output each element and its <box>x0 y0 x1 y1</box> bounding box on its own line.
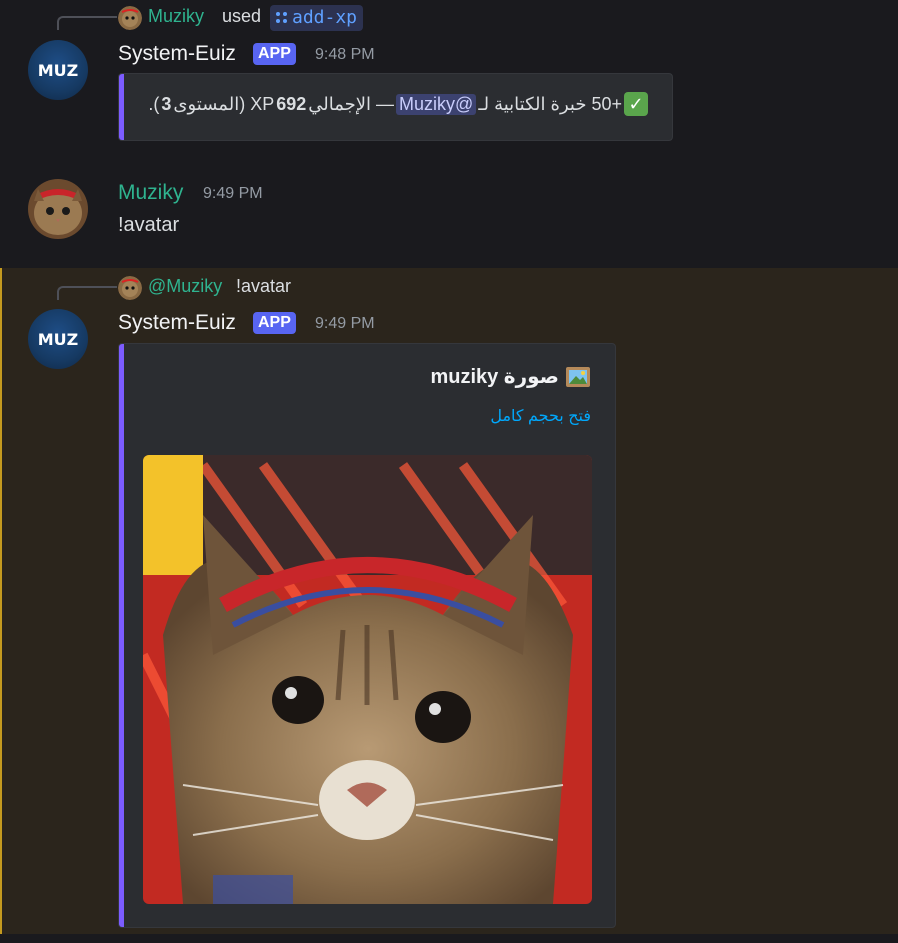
bot-avatar[interactable]: MUZ <box>28 40 88 100</box>
author-name[interactable]: System-Euiz <box>118 42 236 66</box>
picture-frame-icon <box>565 366 591 388</box>
xp-end: ). <box>148 93 160 114</box>
open-full-size-link[interactable]: فتح بحجم كامل <box>490 406 591 426</box>
bot-avatar-logo: MUZ <box>37 329 79 349</box>
reply-username[interactable]: @Muziky <box>148 276 222 297</box>
reply-connector <box>57 286 117 300</box>
embed-title-row: صورة muziky <box>430 364 591 389</box>
xp-embed-text: ✓ +50 خبرة الكتابية لـ @Muziky — الإجمال… <box>148 92 648 116</box>
xp-embed: ✓ +50 خبرة الكتابية لـ @Muziky — الإجمال… <box>118 73 673 141</box>
check-icon: ✓ <box>624 92 648 116</box>
user-avatar[interactable] <box>28 179 88 239</box>
embed-accent-bar <box>119 74 124 140</box>
reply-connector <box>57 16 117 30</box>
reply-preview[interactable]: !avatar <box>236 276 291 297</box>
reply-avatar[interactable] <box>118 276 142 300</box>
reply-username[interactable]: Muziky <box>148 6 204 27</box>
message-content: !avatar <box>118 214 180 236</box>
embed-accent-bar <box>119 344 124 927</box>
author-name[interactable]: System-Euiz <box>118 311 236 335</box>
app-badge: APP <box>253 312 296 334</box>
timestamp[interactable]: 9:48 PM <box>315 46 375 64</box>
command-name: add-xp <box>292 7 358 28</box>
user-mention[interactable]: @Muziky <box>396 93 477 115</box>
reply-verb: used <box>222 6 262 26</box>
author-name[interactable]: Muziky <box>118 181 183 205</box>
command-icon <box>276 12 288 24</box>
bot-avatar-logo: MUZ <box>37 60 79 80</box>
xp-unit: XP (المستوى <box>173 93 275 114</box>
command-pill[interactable]: add-xp <box>270 5 364 31</box>
xp-total: 692 <box>276 93 307 114</box>
reply-avatar[interactable] <box>118 6 142 30</box>
avatar-embed: صورة muziky فتح بحجم كامل <box>118 343 616 928</box>
bot-avatar[interactable]: MUZ <box>28 309 88 369</box>
timestamp[interactable]: 9:49 PM <box>315 315 375 333</box>
timestamp[interactable]: 9:49 PM <box>203 185 263 203</box>
app-badge: APP <box>253 43 296 65</box>
embed-title: صورة muziky <box>430 366 559 388</box>
xp-prefix: +50 خبرة الكتابية لـ <box>478 93 622 114</box>
xp-level: 3 <box>161 93 172 114</box>
xp-mid: — الإجمالي <box>308 93 395 114</box>
cat-avatar-image[interactable] <box>143 455 592 904</box>
